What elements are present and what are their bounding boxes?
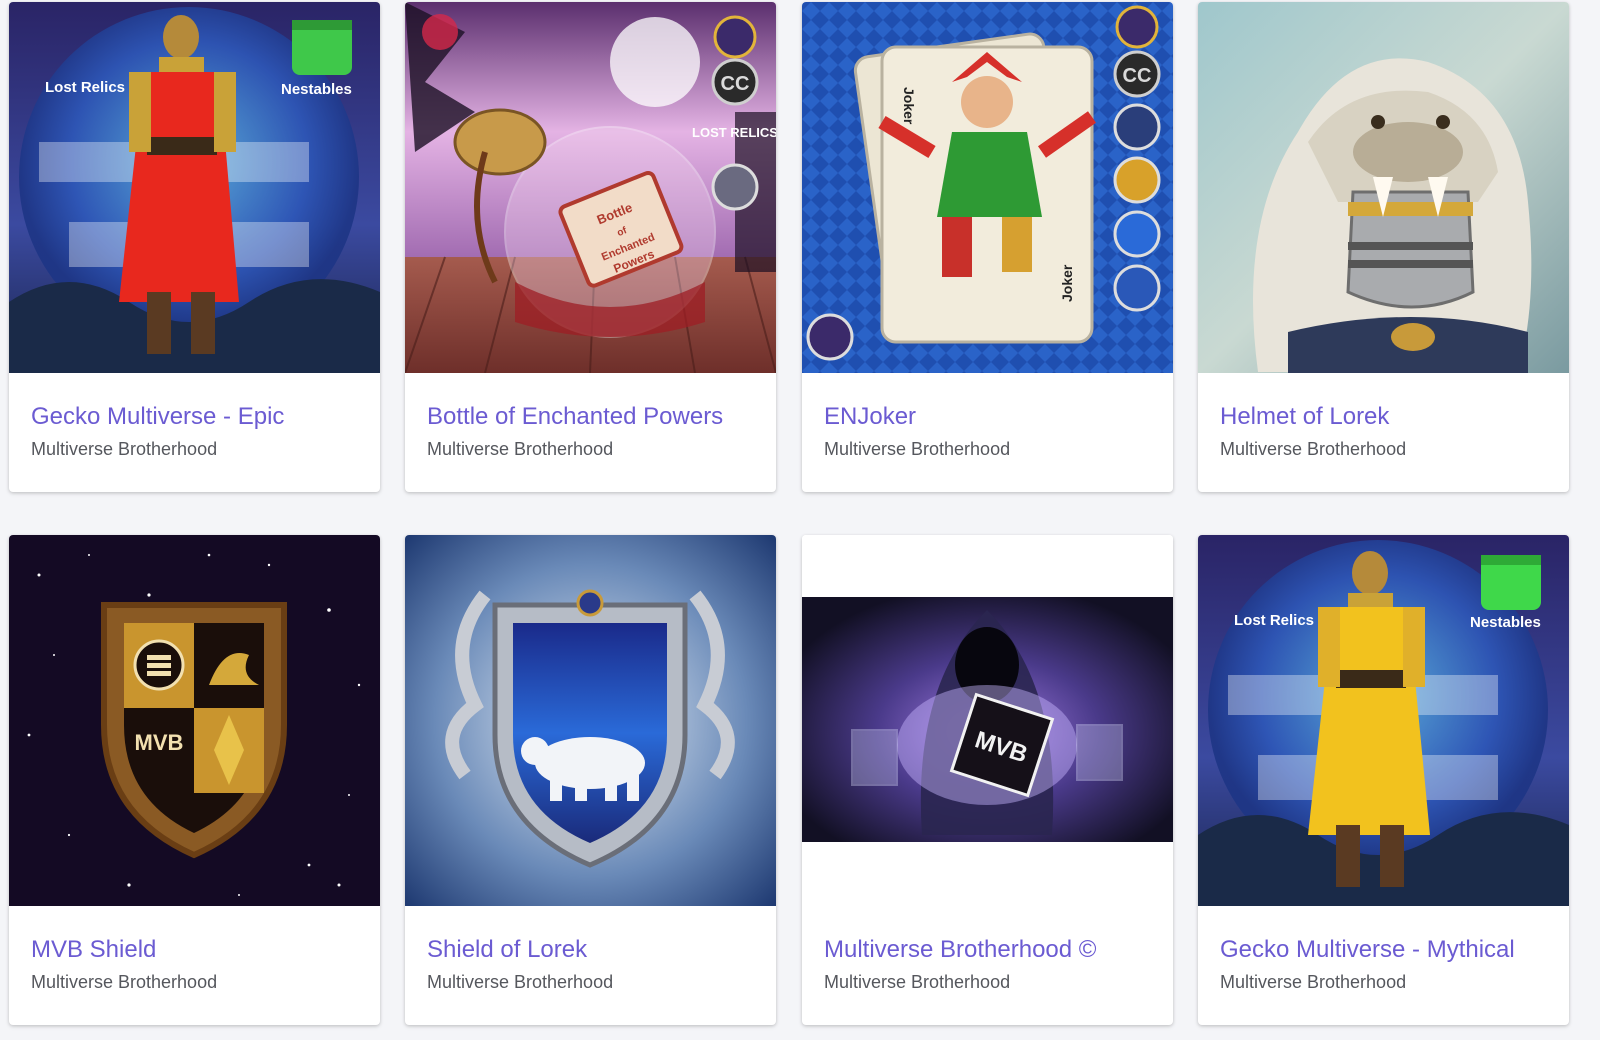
nft-card-shield-of-lorek[interactable]: Shield of Lorek Multiverse Brotherhood bbox=[405, 535, 776, 1025]
card-creator[interactable]: Multiverse Brotherhood bbox=[1220, 437, 1557, 461]
card-title[interactable]: Gecko Multiverse - Mythical bbox=[1220, 934, 1557, 966]
gecko-mythical-image: Lost Relics Nestables bbox=[1198, 535, 1569, 906]
multiverse-brotherhood-image: MVB bbox=[802, 535, 1173, 906]
card-title[interactable]: Gecko Multiverse - Epic bbox=[31, 401, 368, 433]
helmet-of-lorek-artwork[interactable] bbox=[1198, 2, 1569, 373]
gecko-mythical-artwork[interactable]: Lost Relics Nestables bbox=[1198, 535, 1569, 906]
gecko-epic-image: Lost Relics Nestables bbox=[9, 2, 380, 373]
lost-relics-label: Lost Relics bbox=[1234, 612, 1314, 629]
card-creator[interactable]: Multiverse Brotherhood bbox=[427, 437, 764, 461]
card-creator[interactable]: Multiverse Brotherhood bbox=[427, 970, 764, 994]
nestables-label: Nestables bbox=[281, 81, 352, 98]
nft-card-bottle-of-enchanted-powers[interactable]: Bottle of Enchanted Powers CC LOST RELIC… bbox=[405, 2, 776, 492]
mvb-shield-artwork[interactable]: MVB bbox=[9, 535, 380, 906]
nestables-label: Nestables bbox=[1470, 614, 1541, 631]
bottle-image: Bottle of Enchanted Powers CC LOST RELIC… bbox=[405, 2, 776, 373]
card-title[interactable]: Multiverse Brotherhood © bbox=[824, 934, 1161, 966]
multiverse-brotherhood-artwork[interactable]: MVB bbox=[802, 535, 1173, 906]
enjoker-artwork[interactable]: Joker Joker CC bbox=[802, 2, 1173, 373]
bottle-artwork[interactable]: Bottle of Enchanted Powers CC LOST RELIC… bbox=[405, 2, 776, 373]
gecko-epic-artwork[interactable]: Lost Relics Nestables bbox=[9, 2, 380, 373]
card-title[interactable]: MVB Shield bbox=[31, 934, 368, 966]
card-creator[interactable]: Multiverse Brotherhood bbox=[824, 970, 1161, 994]
card-title[interactable]: Shield of Lorek bbox=[427, 934, 764, 966]
svg-text:CC: CC bbox=[721, 73, 750, 95]
card-creator[interactable]: Multiverse Brotherhood bbox=[824, 437, 1161, 461]
mvb-shield-image: MVB bbox=[9, 535, 380, 906]
enjoker-image: Joker Joker CC bbox=[802, 2, 1173, 373]
card-title[interactable]: Helmet of Lorek bbox=[1220, 401, 1557, 433]
card-title[interactable]: ENJoker bbox=[824, 401, 1161, 433]
card-creator[interactable]: Multiverse Brotherhood bbox=[31, 437, 368, 461]
card-creator[interactable]: Multiverse Brotherhood bbox=[31, 970, 368, 994]
card-title[interactable]: Bottle of Enchanted Powers bbox=[427, 401, 764, 433]
svg-text:Joker: Joker bbox=[1059, 264, 1075, 302]
mvb-crest-text: MVB bbox=[135, 730, 184, 755]
lost-relics-badge: LOST RELICS bbox=[692, 125, 776, 140]
nft-card-gecko-mythical[interactable]: Lost Relics Nestables Gecko Multiverse -… bbox=[1198, 535, 1569, 1025]
shield-of-lorek-artwork[interactable] bbox=[405, 535, 776, 906]
shield-of-lorek-image bbox=[405, 535, 776, 906]
svg-text:CC: CC bbox=[1123, 65, 1152, 87]
nft-card-mvb-shield[interactable]: MVB MVB Shield Multiverse Brotherhood bbox=[9, 535, 380, 1025]
nft-card-helmet-of-lorek[interactable]: Helmet of Lorek Multiverse Brotherhood bbox=[1198, 2, 1569, 492]
nft-card-multiverse-brotherhood[interactable]: MVB Multiverse Brotherhood © Multiverse … bbox=[802, 535, 1173, 1025]
helmet-of-lorek-image bbox=[1198, 2, 1569, 373]
svg-text:Joker: Joker bbox=[901, 87, 917, 125]
nft-card-enjoker[interactable]: Joker Joker CC ENJoker Multiverse Brothe… bbox=[802, 2, 1173, 492]
lost-relics-label: Lost Relics bbox=[45, 79, 125, 96]
nft-card-gecko-epic[interactable]: Lost Relics Nestables Gecko Multiverse -… bbox=[9, 2, 380, 492]
card-creator[interactable]: Multiverse Brotherhood bbox=[1220, 970, 1557, 994]
